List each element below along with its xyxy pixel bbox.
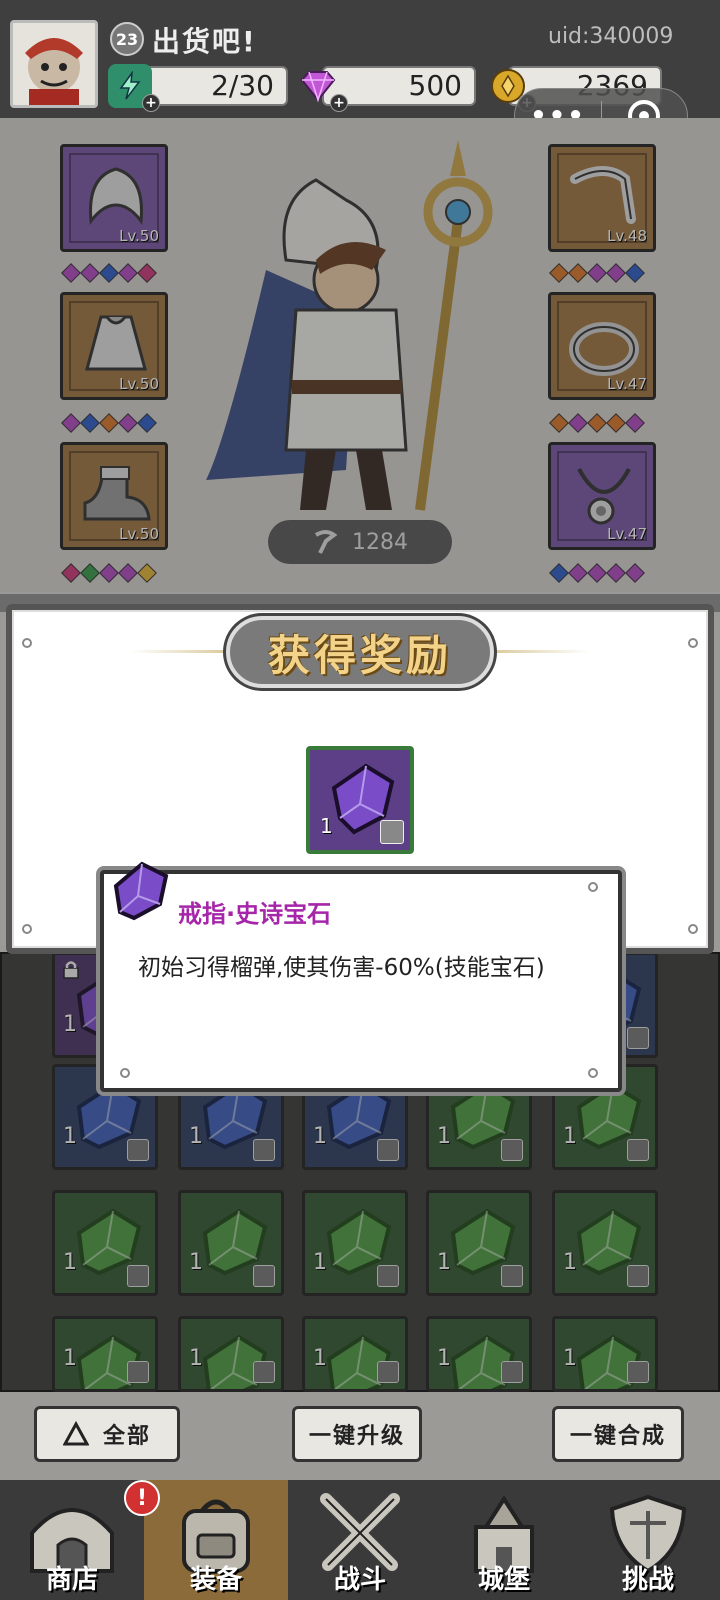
panel-rivet — [22, 924, 32, 934]
panel-rivet — [688, 924, 698, 934]
tooltip-rivet — [588, 882, 598, 892]
nav-tab-equip[interactable]: 装备 — [144, 1480, 288, 1600]
ring-slot-tag-icon — [380, 820, 404, 844]
nav-label-battle: 战斗 — [333, 1565, 386, 1595]
player-name: 出货吧! — [152, 25, 257, 58]
player-uid: uid:340009 — [548, 24, 674, 49]
filter-triangle-icon — [62, 1421, 89, 1446]
panel-rivet — [688, 638, 698, 648]
tooltip-gem-icon — [113, 861, 169, 921]
tooltip-title: 戒指·史诗宝石 — [178, 900, 332, 928]
tooltip-description: 初始习得榴弹,使其伤害-60%(技能宝石) — [138, 955, 545, 981]
tooltip-rivet — [588, 1068, 598, 1078]
one-click-merge-button[interactable]: 一键合成 — [552, 1406, 684, 1462]
one-click-upgrade-button[interactable]: 一键升级 — [292, 1406, 422, 1462]
avatar-portrait-icon — [25, 38, 83, 105]
nav-label-challenge: 挑战 — [621, 1565, 674, 1595]
title-decoration — [490, 650, 590, 653]
nav-tab-castle[interactable]: 城堡 — [432, 1480, 576, 1600]
reward-title-banner: 获得奖励 — [226, 616, 494, 688]
nav-tab-challenge[interactable]: 挑战 — [576, 1480, 720, 1600]
filter-all-button[interactable]: 全部 — [34, 1406, 180, 1462]
nav-tab-battle[interactable]: 战斗 — [288, 1480, 432, 1600]
reward-item-slot[interactable]: 1 — [306, 746, 414, 854]
reward-item-count: 1 — [320, 814, 333, 838]
nav-tab-shop[interactable]: 商店 — [0, 1480, 144, 1600]
nav-label-shop: 商店 — [45, 1565, 98, 1595]
player-avatar[interactable] — [10, 20, 98, 108]
reward-title: 获得奖励 — [267, 630, 452, 680]
gem-value: 500 — [408, 69, 462, 102]
shop-alert-badge: ! — [124, 1480, 160, 1516]
player-level-badge: 23 — [110, 22, 144, 56]
panel-rivet — [22, 638, 32, 648]
filter-all-label: 全部 — [102, 1424, 151, 1449]
energy-value: 2/30 — [211, 69, 274, 102]
nav-label-castle: 城堡 — [477, 1565, 530, 1595]
tooltip-rivet — [120, 1068, 130, 1078]
add-gems-button[interactable]: + — [330, 94, 348, 112]
add-energy-button[interactable]: + — [142, 94, 160, 112]
title-decoration — [130, 650, 230, 653]
nav-label-equip: 装备 — [189, 1565, 242, 1595]
